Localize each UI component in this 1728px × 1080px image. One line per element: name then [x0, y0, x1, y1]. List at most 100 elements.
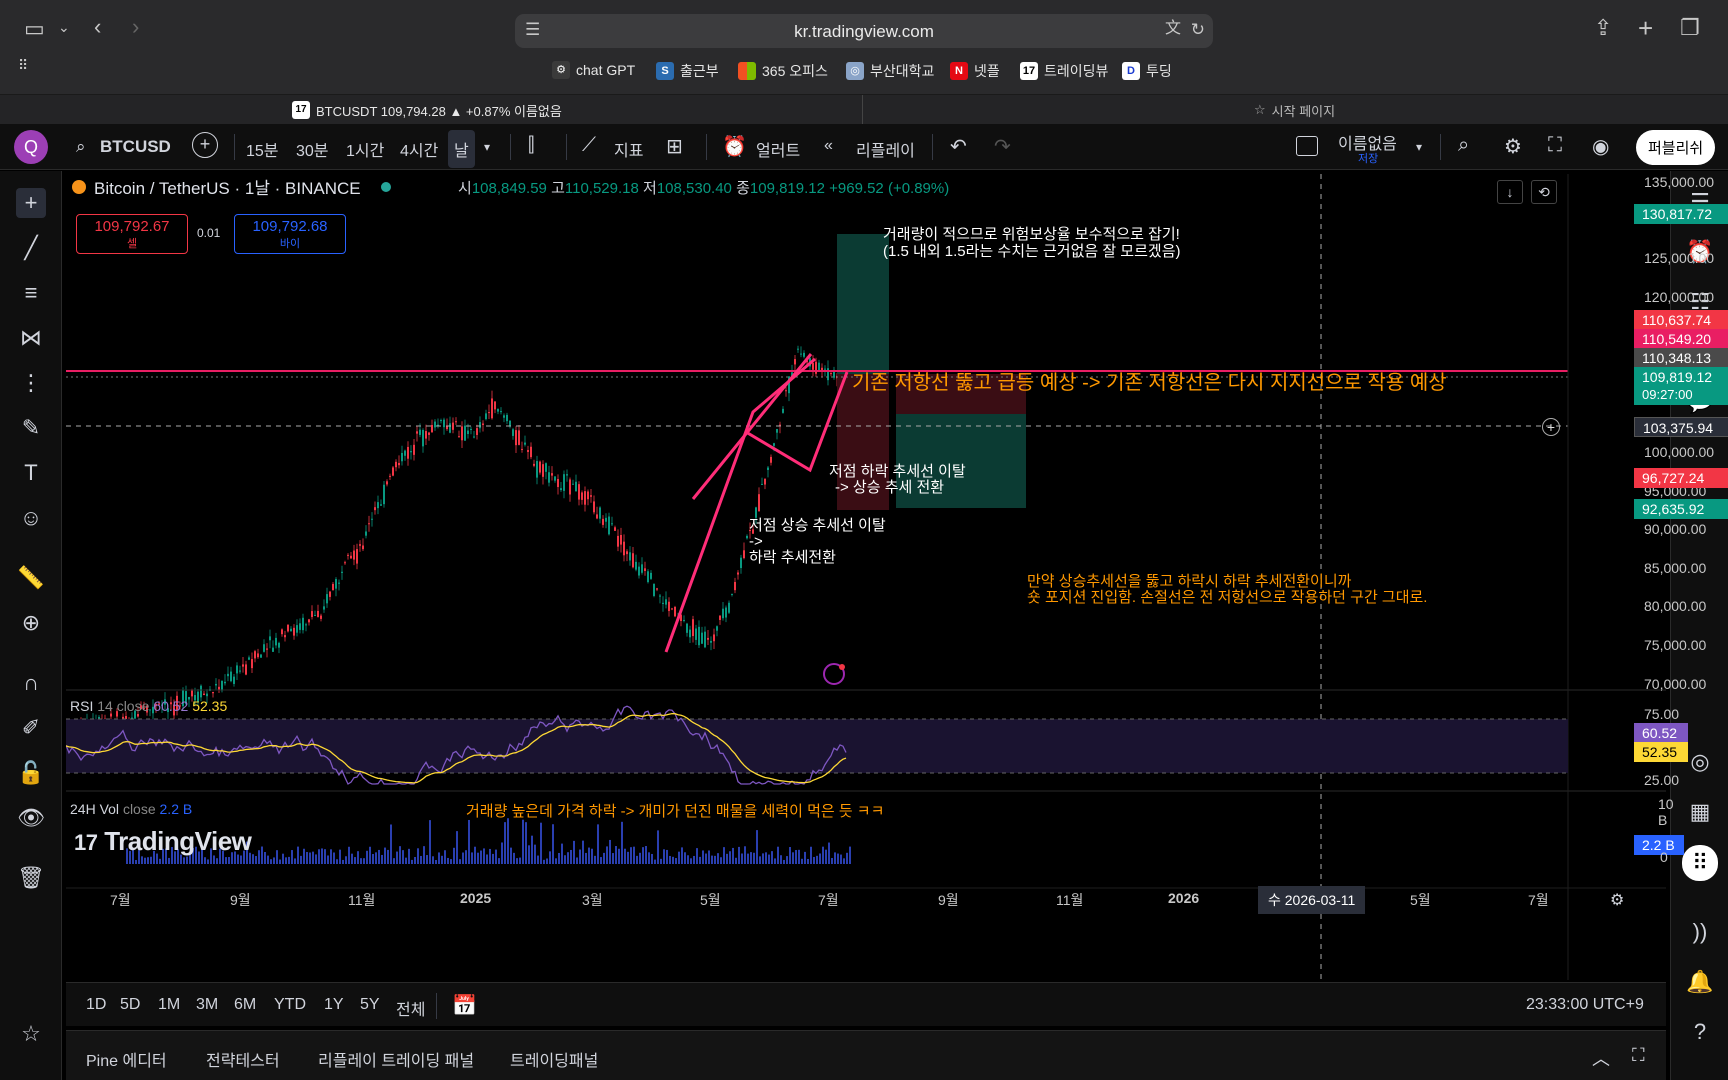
alert-button[interactable]: 얼러트 — [756, 137, 800, 161]
tabs-overview-icon[interactable]: ❐ — [1680, 17, 1700, 39]
bookmark-office365[interactable]: 365 오피스 — [738, 61, 828, 81]
range-all[interactable]: 전체 — [396, 996, 425, 1020]
downtrend-break-line[interactable] — [745, 371, 849, 473]
range-1d[interactable]: 1D — [86, 996, 106, 1014]
favorites-star-icon[interactable]: ☆ — [16, 1019, 46, 1049]
fib-icon[interactable]: ≡ — [16, 278, 46, 308]
interval-30m[interactable]: 30분 — [296, 137, 329, 161]
crosshair-icon[interactable]: + — [16, 188, 46, 218]
apps-icon[interactable]: ⠿ — [1682, 845, 1718, 881]
pattern-icon[interactable]: ⋈ — [16, 323, 46, 353]
note-breakout[interactable]: 기존 저항선 뚫고 급등 예상 -> 기존 저항선은 다시 지지선으로 작용 예… — [852, 366, 1447, 395]
range-3m[interactable]: 3M — [196, 996, 218, 1014]
symbol-search[interactable]: BTCUSD — [100, 137, 171, 157]
ruler-icon[interactable]: 📏 — [16, 563, 46, 593]
calendar-icon[interactable]: ▦ — [1685, 797, 1715, 827]
tab-pine-editor[interactable]: Pine 에디터 — [86, 1047, 167, 1071]
zoom-icon[interactable]: ⊕ — [16, 608, 46, 638]
notifications-icon[interactable]: 🔔 — [1685, 967, 1715, 997]
buy-button[interactable]: 109,792.68 바이 — [234, 214, 346, 254]
uptrend-line[interactable] — [664, 357, 816, 653]
forecast-icon[interactable]: ⋮ — [16, 368, 46, 398]
interval-day[interactable]: 날 — [448, 130, 475, 168]
note-downtrend-break[interactable]: 저점 하락 추세선 이탈 -> 상승 추세 전환 — [829, 464, 966, 496]
fullscreen-icon[interactable]: ⛶ — [1548, 134, 1562, 157]
bookmark-netflix[interactable]: N 넷플 — [950, 61, 1000, 81]
magnet-icon[interactable]: ∩ — [16, 668, 46, 698]
rsi-legend[interactable]: RSI 14 close 60.52 52.35 — [70, 698, 227, 714]
emoji-icon[interactable]: ☺ — [16, 503, 46, 533]
grid-icon[interactable]: ⠿ — [18, 58, 28, 72]
range-1y[interactable]: 1Y — [324, 996, 344, 1014]
candles-icon[interactable]: ⫿ — [528, 134, 534, 157]
avatar[interactable]: Q — [14, 130, 48, 164]
note-short-plan[interactable]: 만약 상승추세선을 뚫고 하락시 하락 추세전환이니까 숏 포지션 진입함. 손절… — [1027, 574, 1427, 606]
stay-drawing-icon[interactable]: ✐ — [16, 713, 46, 743]
time-axis[interactable]: 7월 9월 11월 2025 3월 5월 7월 9월 11월 2026 5월 7… — [66, 886, 1568, 914]
redo-icon[interactable]: ↷ — [994, 134, 1011, 159]
interval-4h[interactable]: 4시간 — [400, 137, 438, 161]
target-icon[interactable]: ◎ — [1685, 747, 1715, 777]
interval-1h[interactable]: 1시간 — [346, 137, 384, 161]
address-bar[interactable]: ☰ kr.tradingview.com 文 ↻ — [515, 14, 1213, 48]
back-icon[interactable]: ‹ — [94, 16, 101, 38]
note-risk-reward[interactable]: 거래량이 적으므로 위험보상율 보수적으로 잡기! (1.5 내외 1.5라는 수… — [883, 226, 1181, 260]
range-5d[interactable]: 5D — [120, 996, 140, 1014]
undo-icon[interactable]: ↶ — [950, 134, 967, 159]
trendline-icon[interactable]: ╱ — [16, 233, 46, 263]
axis-settings-icon[interactable]: ⚙ — [1610, 890, 1624, 910]
note-uptrend-break[interactable]: 저점 상승 추세선 이탈 -> 하락 추세전환 — [749, 518, 886, 566]
settings-icon[interactable]: ⚙ — [1504, 134, 1522, 159]
maximize-panel-icon[interactable]: ⛶ — [1632, 1045, 1645, 1066]
tab-strategy-tester[interactable]: 전략테스터 — [206, 1047, 280, 1071]
goto-date-icon[interactable]: 📅 — [452, 993, 477, 1018]
range-ytd[interactable]: YTD — [274, 996, 306, 1014]
tab-trading-panel[interactable]: 트레이딩패널 — [510, 1047, 598, 1071]
add-alert-plus-icon[interactable]: + — [1542, 418, 1560, 436]
camera-icon[interactable]: ◉ — [1592, 134, 1609, 159]
chart-area[interactable]: Bitcoin / TetherUS · 1날 · BINANCE 시108,8… — [66, 174, 1728, 980]
indicators-button[interactable]: 지표 — [614, 137, 643, 161]
collapse-panel-icon[interactable]: ︿ — [1592, 1045, 1610, 1071]
scroll-down-icon[interactable]: ↓ — [1497, 180, 1523, 204]
tab-start-page[interactable]: ☆ 시작 페이지 — [1254, 95, 1335, 125]
bookmark-tradingview[interactable]: 17 트레이딩뷰 — [1020, 61, 1108, 81]
symbol-legend[interactable]: Bitcoin / TetherUS · 1날 · BINANCE — [72, 174, 391, 199]
forward-icon[interactable]: › — [132, 16, 139, 38]
replay-button[interactable]: 리플레이 — [856, 137, 915, 161]
trash-icon[interactable]: 🗑 — [16, 863, 46, 893]
quick-search-icon[interactable]: ⌕ — [1458, 134, 1469, 157]
lock-icon[interactable]: 🔓 — [16, 758, 46, 788]
layout-dropdown-icon[interactable]: ▾ — [1416, 140, 1422, 154]
layouts-icon[interactable]: ⊞ — [666, 134, 683, 159]
eye-icon[interactable]: 👁 — [16, 803, 46, 833]
note-volume[interactable]: 거래량 높은데 가격 하락 -> 개미가 던진 매물을 세력이 먹은 듯 ㅋㅋ — [466, 800, 884, 821]
bookmark-tooding[interactable]: D 투딩 — [1122, 61, 1172, 81]
indicators-icon[interactable]: ⟋ — [582, 134, 596, 157]
interval-dropdown-icon[interactable]: ▾ — [484, 140, 490, 154]
search-icon[interactable]: ⌕ — [76, 137, 86, 157]
interval-15m[interactable]: 15분 — [246, 137, 279, 161]
text-icon[interactable]: T — [16, 458, 46, 488]
replay-icon[interactable]: « — [824, 137, 833, 155]
brush-icon[interactable]: ✎ — [16, 413, 46, 443]
bookmark-attendance[interactable]: S 출근부 — [656, 61, 719, 81]
chevron-down-icon[interactable]: ⌄ — [58, 20, 70, 34]
compare-add-icon[interactable]: + — [192, 132, 218, 158]
publish-button[interactable]: 퍼블리쉬 — [1636, 130, 1716, 165]
tab-replay-trading[interactable]: 리플레이 트레이딩 패널 — [318, 1047, 474, 1071]
reload-icon[interactable]: ↻ — [1191, 21, 1205, 38]
clock[interactable]: 23:33:00 UTC+9 — [1526, 996, 1644, 1014]
translate-icon[interactable]: 文 — [1165, 21, 1181, 37]
tab-tradingview[interactable]: 17 BTCUSDT 109,794.28 ▲ +0.87% 이름없음 — [292, 95, 862, 125]
bookmark-chatgpt[interactable]: ⚙ chat GPT — [552, 61, 635, 79]
sidebar-toggle-icon[interactable]: ▭ — [24, 18, 45, 40]
sell-button[interactable]: 109,792.67 셀 — [76, 214, 188, 254]
volume-legend[interactable]: 24H Vol close 2.2 B — [70, 801, 192, 817]
share-icon[interactable]: ⇪ — [1594, 17, 1612, 39]
new-tab-icon[interactable]: + — [1638, 15, 1653, 41]
broadcast-icon[interactable]: )) — [1685, 917, 1715, 947]
help-icon[interactable]: ? — [1685, 1017, 1715, 1047]
layout-icon[interactable] — [1296, 136, 1318, 156]
profit-zone[interactable] — [837, 234, 889, 374]
